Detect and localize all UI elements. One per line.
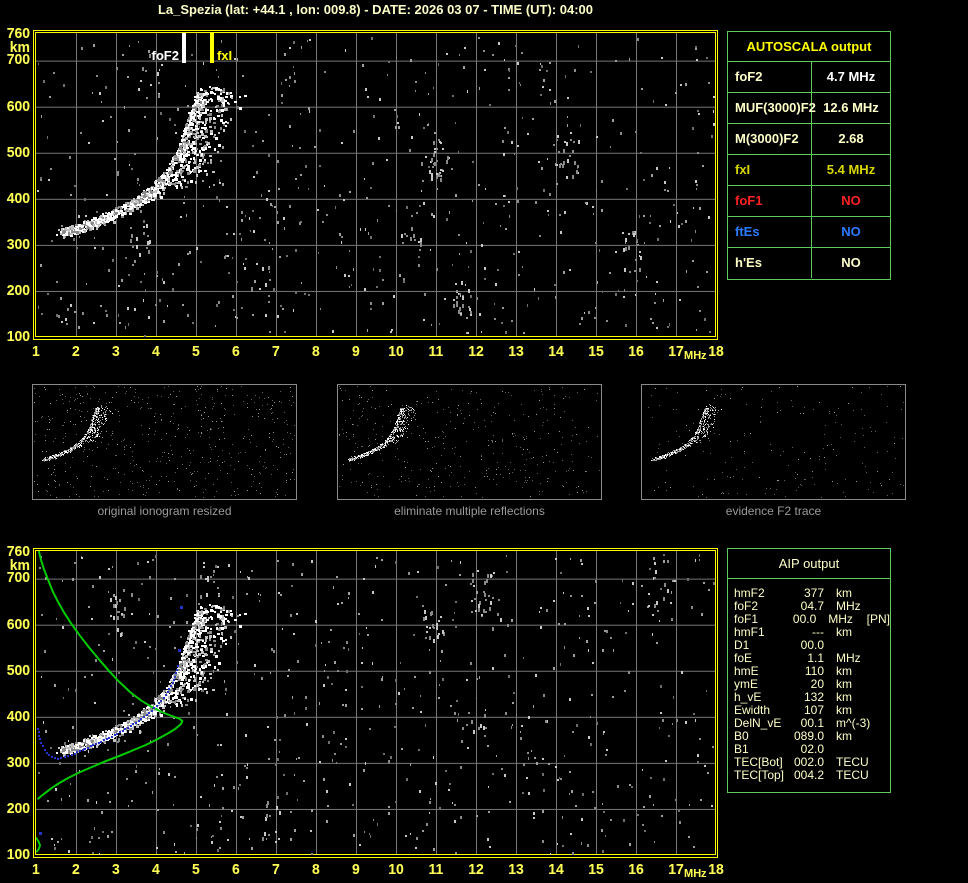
table-row: foF2 4.7 MHz [728, 62, 890, 93]
param-flag: [PN] [866, 612, 890, 626]
thumbnail-caption: original ionogram resized [97, 504, 232, 518]
param-value: 12.6 MHz [823, 100, 879, 115]
param-value: NO [841, 224, 861, 239]
table-row: fxI 5.4 MHz [728, 155, 890, 186]
param-unit: TECU [836, 768, 869, 782]
param-label: M(3000)F2 [728, 124, 812, 154]
thumbnail-caption: evidence F2 trace [725, 504, 822, 518]
param-label: MUF(3000)F2 [728, 93, 816, 123]
param-label: foF1 [728, 186, 812, 216]
param-unit: km [836, 729, 852, 743]
table-row: TEC[Top] 004.2 TECU [734, 769, 890, 782]
autoscala-output-table: AUTOSCALA output foF2 4.7 MHz MUF(3000)F2 1… [727, 31, 891, 280]
thumbnail-eliminate-reflections [337, 384, 602, 500]
aip-table-rows: hmF2 377 km foF2 04.7 MHz foF1 00.0 MHz [PN] hmF1-… [728, 579, 890, 782]
autoscala-table-rows: foF2 4.7 MHz MUF(3000)F2 12.6 MHz M(3000)F2 2… [728, 62, 890, 278]
page-title: La_Spezia (lat: +44.1 , lon: 009.8) - DA… [157, 2, 594, 17]
param-value: 4.7 MHz [826, 69, 876, 84]
param-value: NO [841, 255, 861, 270]
param-label: h'Es [728, 248, 812, 278]
param-unit: km [836, 625, 852, 639]
param-label: TEC[Top] [734, 768, 785, 782]
param-label: ftEs [728, 217, 812, 247]
param-value: NO [841, 193, 861, 208]
aip-table-title: AIP output [728, 549, 890, 579]
param-label: fxI [728, 155, 812, 185]
profile-ionogram-canvas [0, 543, 730, 878]
param-value: 5.4 MHz [826, 162, 876, 177]
aip-output-table: AIP output hmF2 377 km foF2 04.7 MHz foF1 00.0 M… [727, 548, 891, 793]
autoscala-screen: La_Spezia (lat: +44.1 , lon: 009.8) - DA… [0, 0, 968, 883]
thumbnail-caption: eliminate multiple reflections [394, 504, 545, 518]
thumbnail-original-ionogram [32, 384, 297, 500]
table-row: h'Es NO [728, 248, 890, 278]
table-row: M(3000)F2 2.68 [728, 124, 890, 155]
autoscala-table-title: AUTOSCALA output [728, 32, 890, 62]
param-label: foF2 [728, 62, 812, 92]
table-row: MUF(3000)F2 12.6 MHz [728, 93, 890, 124]
table-row: ftEs NO [728, 217, 890, 248]
thumbnail-evidence-f2-trace [641, 384, 906, 500]
param-value: 004.2 [793, 768, 824, 782]
table-row: foF1 NO [728, 186, 890, 217]
param-value: 2.68 [838, 131, 864, 146]
main-ionogram-canvas [0, 25, 730, 360]
